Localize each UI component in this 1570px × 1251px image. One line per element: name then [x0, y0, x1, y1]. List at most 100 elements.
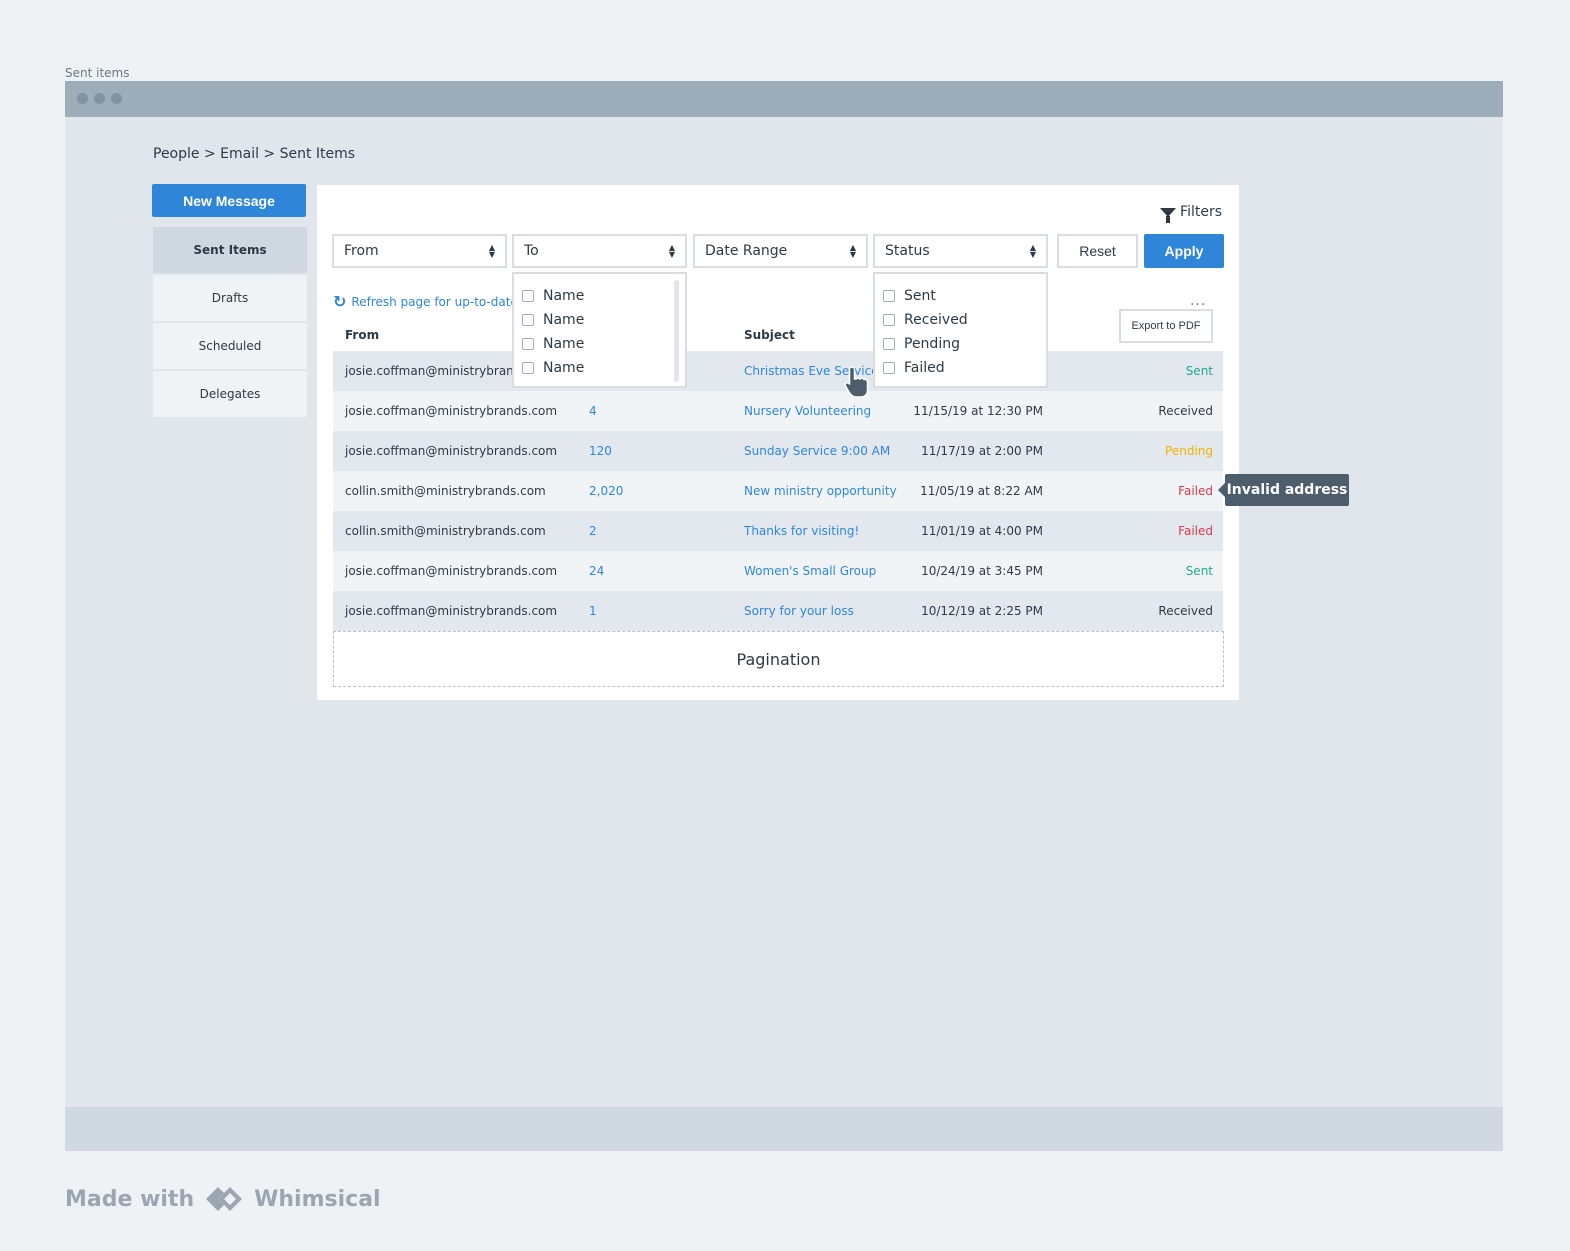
- filters-button[interactable]: Filters: [1160, 204, 1222, 223]
- dropdown-scrollbar[interactable]: [674, 280, 679, 382]
- from-select[interactable]: From ▲ ▼: [332, 234, 507, 268]
- refresh-icon: ↻: [333, 292, 347, 311]
- reset-button[interactable]: Reset: [1057, 234, 1138, 268]
- made-with-label: Made with: [65, 1186, 195, 1212]
- sidebar-item-scheduled[interactable]: Scheduled: [153, 323, 307, 369]
- column-header-from[interactable]: From: [345, 328, 379, 342]
- status-badge: Received: [1158, 604, 1213, 618]
- checkbox[interactable]: [522, 314, 534, 326]
- browser-window: People > Email > Sent Items New Message …: [65, 81, 1503, 1151]
- sidebar-item-delegates[interactable]: Delegates: [153, 371, 307, 417]
- status-select[interactable]: Status ▲ ▼: [873, 234, 1048, 268]
- to-option[interactable]: Name: [514, 308, 685, 332]
- status-option-label: Failed: [904, 360, 945, 376]
- status-badge[interactable]: Failed: [1178, 524, 1213, 538]
- frame-title: Sent items: [65, 66, 130, 80]
- checkbox[interactable]: [883, 290, 895, 302]
- status-option-failed[interactable]: Failed: [875, 356, 1046, 380]
- checkbox[interactable]: [522, 362, 534, 374]
- export-pdf-button[interactable]: Export to PDF: [1119, 309, 1213, 343]
- sidebar-nav: Sent Items Drafts Scheduled Delegates: [153, 227, 307, 419]
- table-row[interactable]: josie.coffman@ministrybrands.com 120 Sun…: [333, 431, 1223, 471]
- cell-date: 11/01/19 at 4:00 PM: [921, 524, 1043, 538]
- status-option-received[interactable]: Received: [875, 308, 1046, 332]
- to-option-label: Name: [543, 288, 585, 304]
- cell-subject[interactable]: Women's Small Group: [744, 564, 876, 578]
- cell-to[interactable]: 1: [589, 604, 597, 618]
- checkbox[interactable]: [522, 290, 534, 302]
- checkbox[interactable]: [883, 338, 895, 350]
- sidebar-item-drafts[interactable]: Drafts: [153, 275, 307, 321]
- date-range-select-value: Date Range: [705, 243, 788, 259]
- status-option-sent[interactable]: Sent: [875, 284, 1046, 308]
- sent-items-panel: Filters From ▲ ▼ To ▲ ▼ Date Range ▲ ▼ Stat…: [317, 185, 1239, 700]
- to-option[interactable]: Name: [514, 356, 685, 380]
- column-header-subject[interactable]: Subject: [744, 328, 795, 342]
- to-dropdown-menu: Name Name Name Name: [512, 272, 687, 388]
- checkbox[interactable]: [883, 362, 895, 374]
- refresh-link[interactable]: ↻ Refresh page for up-to-date: [333, 292, 518, 311]
- cell-to[interactable]: 2,020: [589, 484, 623, 498]
- window-dot-icon[interactable]: [94, 93, 105, 104]
- window-footer: [65, 1107, 1503, 1151]
- select-arrows-icon: ▲ ▼: [668, 243, 675, 259]
- to-select-value: To: [524, 243, 539, 259]
- to-select[interactable]: To ▲ ▼: [512, 234, 687, 268]
- status-option-label: Pending: [904, 336, 960, 352]
- status-badge: Sent: [1185, 364, 1213, 378]
- cell-date: 10/12/19 at 2:25 PM: [921, 604, 1043, 618]
- hand-cursor-icon: [844, 366, 869, 398]
- cell-from: josie.coffman@ministrybrands.com: [345, 444, 558, 458]
- filter-icon: [1160, 207, 1177, 223]
- more-options-icon[interactable]: ...: [1190, 293, 1206, 309]
- whimsical-logo-icon: [206, 1187, 243, 1211]
- checkbox[interactable]: [883, 314, 895, 326]
- cell-subject[interactable]: Nursery Volunteering: [744, 404, 871, 418]
- cell-subject[interactable]: Sunday Service 9:00 AM: [744, 444, 890, 458]
- to-option[interactable]: Name: [514, 284, 685, 308]
- select-arrows-icon: ▲ ▼: [488, 243, 495, 259]
- cell-date: 11/17/19 at 2:00 PM: [921, 444, 1043, 458]
- status-option-pending[interactable]: Pending: [875, 332, 1046, 356]
- table-row[interactable]: collin.smith@ministrybrands.com 2 Thanks…: [333, 511, 1223, 551]
- cell-from: collin.smith@ministrybrands.com: [345, 524, 546, 538]
- pagination-placeholder[interactable]: Pagination: [333, 631, 1224, 687]
- cell-subject[interactable]: New ministry opportunity: [744, 484, 897, 498]
- new-message-button[interactable]: New Message: [152, 184, 306, 217]
- refresh-label: Refresh page for up-to-date: [351, 294, 518, 309]
- table-row[interactable]: josie.coffman@ministrybrands.com 4 Nurse…: [333, 391, 1223, 431]
- cell-to[interactable]: 24: [589, 564, 604, 578]
- status-dropdown-menu: Sent Received Pending Failed: [873, 272, 1048, 388]
- status-badge: Received: [1158, 404, 1213, 418]
- status-badge[interactable]: Failed: [1178, 484, 1213, 498]
- sidebar-item-sent-items[interactable]: Sent Items: [153, 227, 307, 273]
- cell-subject[interactable]: Thanks for visiting!: [744, 524, 859, 538]
- window-dot-icon[interactable]: [77, 93, 88, 104]
- date-range-select[interactable]: Date Range ▲ ▼: [693, 234, 868, 268]
- status-badge: Sent: [1185, 564, 1213, 578]
- select-arrows-icon: ▲ ▼: [849, 243, 856, 259]
- table-row[interactable]: josie.coffman@ministrybrands.com 24 Wome…: [333, 551, 1223, 591]
- to-option[interactable]: Name: [514, 332, 685, 356]
- table-row[interactable]: josie.coffman@ministrybrands.com Christm…: [333, 351, 1223, 391]
- made-with-branding[interactable]: Made with Whimsical: [65, 1185, 381, 1213]
- breadcrumb[interactable]: People > Email > Sent Items: [153, 146, 355, 162]
- status-select-value: Status: [885, 243, 930, 259]
- cell-to[interactable]: 4: [589, 404, 597, 418]
- window-dot-icon[interactable]: [111, 93, 122, 104]
- cell-from: josie.coffman@ministrybrands.com: [345, 404, 558, 418]
- cell-subject[interactable]: Sorry for your loss: [744, 604, 854, 618]
- to-option-label: Name: [543, 360, 585, 376]
- cell-date: 11/05/19 at 8:22 AM: [920, 484, 1043, 498]
- cell-to[interactable]: 2: [589, 524, 597, 538]
- status-option-label: Received: [904, 312, 968, 328]
- table-row[interactable]: josie.coffman@ministrybrands.com 1 Sorry…: [333, 591, 1223, 631]
- status-badge: Pending: [1165, 444, 1213, 458]
- apply-button[interactable]: Apply: [1144, 234, 1224, 268]
- filters-label: Filters: [1180, 204, 1222, 220]
- invalid-address-tooltip: Invalid address: [1218, 474, 1349, 506]
- cell-to[interactable]: 120: [589, 444, 612, 458]
- table-row[interactable]: collin.smith@ministrybrands.com 2,020 Ne…: [333, 471, 1223, 511]
- cell-from: collin.smith@ministrybrands.com: [345, 484, 546, 498]
- checkbox[interactable]: [522, 338, 534, 350]
